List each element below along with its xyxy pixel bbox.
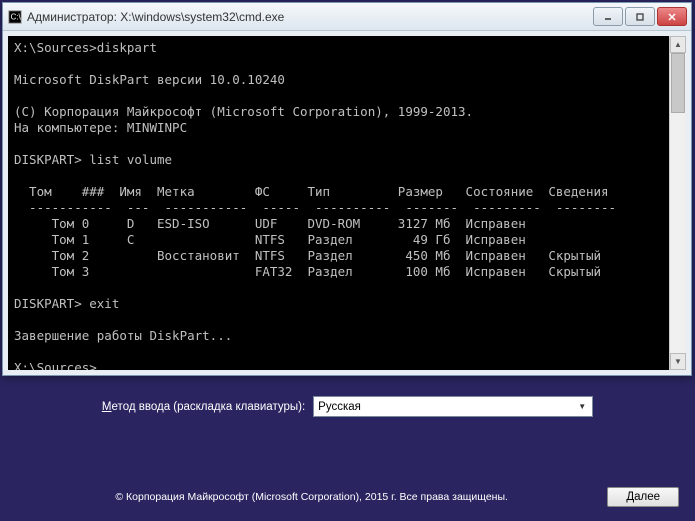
window-controls — [593, 7, 687, 26]
input-method-dropdown[interactable]: Русская ▼ — [313, 396, 593, 417]
scroll-track[interactable] — [670, 53, 686, 353]
next-button[interactable]: Далее — [607, 487, 679, 507]
scroll-thumb[interactable] — [671, 53, 685, 113]
chevron-down-icon: ▼ — [574, 399, 590, 414]
input-method-row: Метод ввода (раскладка клавиатуры): Русс… — [0, 396, 695, 417]
window-title: Администратор: X:\windows\system32\cmd.e… — [27, 10, 593, 24]
svg-text:C:\: C:\ — [11, 12, 22, 21]
minimize-icon — [603, 12, 613, 22]
titlebar[interactable]: C:\ Администратор: X:\windows\system32\c… — [3, 3, 691, 31]
cmd-icon: C:\ — [7, 9, 23, 25]
scroll-up-button[interactable]: ▲ — [670, 36, 686, 53]
console-output: X:\Sources>diskpart Microsoft DiskPart в… — [8, 36, 686, 370]
input-method-label: Метод ввода (раскладка клавиатуры): — [102, 401, 305, 413]
minimize-button[interactable] — [593, 7, 623, 26]
vertical-scrollbar[interactable]: ▲ ▼ — [669, 36, 686, 370]
copyright-text: © Корпорация Майкрософт (Microsoft Corpo… — [16, 491, 607, 503]
close-icon — [667, 12, 677, 22]
console-area[interactable]: X:\Sources>diskpart Microsoft DiskPart в… — [8, 36, 686, 370]
footer: © Корпорация Майкрософт (Microsoft Corpo… — [0, 487, 695, 507]
scroll-down-button[interactable]: ▼ — [670, 353, 686, 370]
cmd-window: C:\ Администратор: X:\windows\system32\c… — [2, 2, 692, 376]
dropdown-value: Русская — [318, 401, 361, 413]
close-button[interactable] — [657, 7, 687, 26]
maximize-button[interactable] — [625, 7, 655, 26]
maximize-icon — [635, 12, 645, 22]
